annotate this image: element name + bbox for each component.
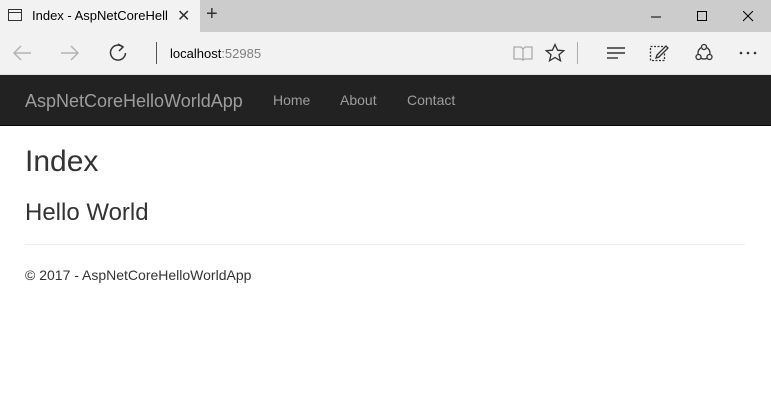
address-bar[interactable]: localhost:52985 (170, 46, 261, 61)
site-navbar: AspNetCoreHelloWorldApp Home About Conta… (0, 75, 771, 126)
page-icon (8, 9, 22, 21)
window-close-icon[interactable] (725, 0, 771, 32)
footer-text: © 2017 - AspNetCoreHelloWorldApp (25, 267, 252, 283)
more-icon[interactable] (734, 41, 762, 65)
back-arrow-icon[interactable] (8, 41, 36, 65)
maximize-icon[interactable] (679, 0, 725, 32)
address-separator (156, 42, 157, 64)
navbar-brand[interactable]: AspNetCoreHelloWorldApp (25, 91, 243, 112)
refresh-icon[interactable] (104, 41, 132, 65)
browser-tab[interactable]: Index - AspNetCoreHell ✕ (0, 0, 200, 32)
tab-close-icon[interactable]: ✕ (177, 6, 190, 26)
url-port: :52985 (221, 46, 262, 61)
hub-icon[interactable] (602, 41, 630, 65)
footer-divider (25, 244, 745, 245)
page-title: Index (25, 145, 99, 178)
forward-arrow-icon[interactable] (56, 41, 84, 65)
tab-title: Index - AspNetCoreHell (32, 8, 168, 23)
minimize-icon[interactable] (633, 0, 679, 32)
toolbar-separator (577, 42, 578, 64)
browser-titlebar: Index - AspNetCoreHell ✕ + (0, 0, 771, 32)
nav-link-contact[interactable]: Contact (407, 92, 455, 108)
share-icon[interactable] (690, 41, 718, 65)
nav-link-about[interactable]: About (340, 92, 377, 108)
pen-icon[interactable] (645, 41, 673, 65)
url-host: localhost (170, 46, 222, 61)
browser-toolbar: localhost:52985 (0, 32, 771, 75)
new-tab-plus-icon[interactable]: + (206, 3, 218, 26)
hello-heading: Hello World (25, 199, 149, 226)
star-icon[interactable] (541, 41, 569, 65)
nav-link-home[interactable]: Home (273, 92, 310, 108)
book-icon[interactable] (509, 41, 537, 65)
